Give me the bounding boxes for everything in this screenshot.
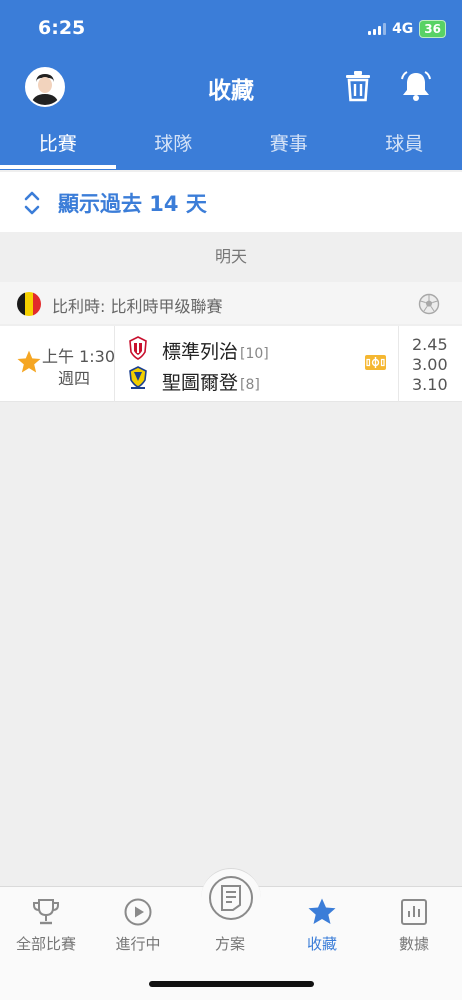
divider (398, 326, 399, 402)
odds-draw: 3.00 (412, 355, 448, 374)
trophy-icon (33, 899, 59, 925)
sint-truiden-logo-icon (129, 366, 147, 389)
standard-liege-logo-icon (129, 336, 147, 360)
odds-away: 3.10 (412, 375, 448, 394)
divider (114, 326, 115, 402)
home-team: 標準列治 [10] (162, 337, 269, 364)
notification-button[interactable] (400, 70, 432, 102)
play-icon (124, 898, 152, 926)
match-time: 上午 1:30 (42, 347, 116, 366)
page-title: 收藏 (208, 78, 254, 104)
match-row[interactable]: 上午 1:30 週四 標準列治 [10] 聖圖爾登 [8] 2.45 3.00 3.… (0, 326, 462, 402)
status-indicators: 4G 36 (368, 20, 446, 38)
show-past-14-days-toggle[interactable]: 顯示過去 14 天 (0, 172, 462, 232)
home-indicator (149, 981, 314, 987)
star-icon (308, 898, 336, 924)
app-header: 6:25 4G 36 收藏 比賽 球隊 賽事 球員 (0, 0, 462, 170)
history-label: 顯示過去 14 天 (58, 192, 207, 216)
bar-chart-icon (401, 899, 427, 925)
tab-competitions[interactable]: 賽事 (231, 122, 347, 170)
nav-label: 收藏 (306, 935, 337, 953)
tab-matches[interactable]: 比賽 (0, 122, 116, 170)
plans-button[interactable] (209, 876, 253, 920)
bell-icon (401, 71, 431, 101)
trash-icon (346, 71, 370, 102)
away-team: 聖圖爾登 [8] (162, 368, 260, 395)
nav-label: 全部比賽 (15, 935, 76, 953)
home-team-name: 標準列治 (162, 341, 239, 363)
day-header: 明天 (214, 247, 247, 266)
belgium-flag-icon (17, 292, 41, 316)
home-team-rank: [10] (240, 346, 269, 362)
delete-button[interactable] (344, 70, 372, 102)
league-header[interactable]: 比利時: 比利時甲级聯賽 (0, 282, 462, 324)
signal-icon (368, 23, 387, 35)
away-team-rank: [8] (240, 377, 260, 393)
soccer-ball-icon (418, 293, 440, 315)
tab-bar: 比賽 球隊 賽事 球員 (0, 122, 462, 170)
pitch-icon[interactable] (365, 355, 386, 370)
status-bar: 6:25 4G 36 (0, 0, 462, 54)
expand-chevrons-icon (24, 191, 40, 215)
nav-label: 進行中 (115, 935, 161, 953)
document-icon (221, 885, 241, 911)
nav-label: 方案 (214, 935, 245, 953)
network-type: 4G (392, 21, 414, 37)
tab-teams[interactable]: 球隊 (116, 122, 232, 170)
tab-players[interactable]: 球員 (347, 122, 462, 170)
away-team-name: 聖圖爾登 (162, 372, 239, 394)
battery-indicator: 36 (419, 20, 446, 38)
odds-home: 2.45 (412, 335, 448, 354)
favorite-star-icon[interactable] (16, 349, 42, 375)
league-name: 比利時: 比利時甲级聯賽 (52, 297, 223, 316)
status-time: 6:25 (38, 17, 86, 39)
nav-label: 數據 (398, 935, 429, 953)
match-weekday: 週四 (58, 369, 91, 388)
